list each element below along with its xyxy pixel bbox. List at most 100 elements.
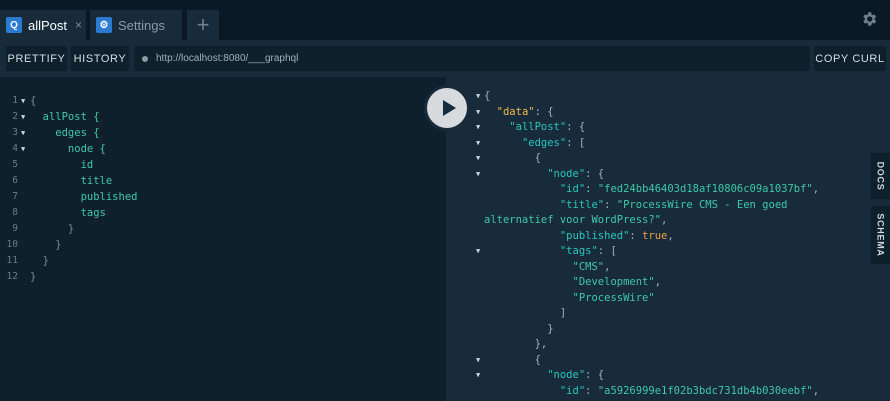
json-token: "edges" (521, 136, 567, 149)
result-code: "id": "a5926999e1f02b3bdc731db4b030eebf"… (484, 383, 819, 399)
json-token: { (484, 152, 541, 164)
json-token: ] (484, 307, 567, 319)
fold-arrow-icon[interactable]: ▼ (21, 125, 25, 141)
fold-arrow-icon[interactable]: ▼ (21, 109, 25, 125)
prettify-button[interactable]: PRETTIFY (6, 46, 67, 71)
json-token: "published" (559, 229, 630, 242)
fold-arrow-icon[interactable]: ▼ (476, 243, 480, 259)
query-line: 4 ▼ node { (0, 141, 440, 157)
result-line: ▼ "tags": [ (446, 243, 866, 259)
result-code: "Development", (484, 274, 662, 290)
execute-query-button[interactable] (424, 85, 470, 131)
result-code: "id": "fed24bb46403d18af10806c09a1037bf"… (484, 181, 819, 197)
json-token: , (812, 183, 820, 195)
json-token: : (629, 229, 643, 242)
query-code: } (30, 271, 37, 283)
json-token: "fed24bb46403d18af10806c09a1037bf" (597, 183, 813, 195)
history-button[interactable]: HISTORY (71, 46, 129, 71)
add-tab-button[interactable]: + (187, 10, 219, 40)
fold-arrow-icon[interactable]: ▼ (21, 141, 25, 157)
fold-arrow-icon[interactable]: ▼ (476, 166, 480, 182)
toolbar: PRETTIFY HISTORY http://localhost:8080/_… (0, 40, 890, 77)
line-number: 8 (12, 207, 18, 218)
json-token: "ProcessWire CMS - Een goed (616, 198, 788, 211)
result-code: "tags": [ (484, 243, 617, 259)
gear-icon[interactable] (860, 10, 878, 28)
result-code: "published": true, (484, 228, 674, 244)
play-icon (442, 100, 456, 116)
query-line: 7 published (0, 189, 440, 205)
json-token: "id" (559, 384, 586, 397)
tab-settings[interactable]: ⚙ Settings (90, 10, 182, 40)
line-number: 2 (12, 111, 18, 122)
result-code: "node": { (484, 166, 604, 182)
query-line: 2 ▼ allPost { (0, 109, 440, 125)
docs-tab[interactable]: DOCS (871, 153, 890, 199)
result-code: alternatief voor WordPress?", (484, 212, 667, 228)
fold-arrow-icon[interactable]: ▼ (476, 352, 480, 368)
tab-label: Settings (118, 17, 165, 33)
query-code: published (30, 191, 138, 203)
result-code: "title": "ProcessWire CMS - Een goed (484, 197, 788, 213)
result-code: }, (484, 336, 548, 352)
query-editor[interactable]: 1 ▼{2 ▼ allPost {3 ▼ edges {4 ▼ node {5 id 6 … (0, 77, 446, 401)
json-token: , (812, 384, 820, 397)
tab-label: allPost (28, 17, 68, 33)
query-line: 6 title (0, 173, 440, 189)
fold-arrow-icon[interactable]: ▼ (476, 104, 480, 120)
result-code: { (484, 150, 541, 166)
docs-tab-label: DOCS (875, 161, 886, 191)
result-code: { (484, 352, 541, 368)
status-dot-icon (142, 55, 148, 62)
fold-arrow-icon[interactable]: ▼ (476, 367, 480, 383)
line-number: 12 (6, 271, 18, 282)
result-code: "allPost": { (484, 119, 585, 135)
query-line: 8 tags (0, 205, 440, 221)
fold-arrow-icon[interactable]: ▼ (476, 88, 480, 104)
result-viewer: ▼{▼ "data": {▼ "allPost": {▼ "edges": [▼… (446, 77, 890, 401)
line-number: 9 (12, 223, 18, 234)
query-line: 3 ▼ edges { (0, 125, 440, 141)
endpoint-url-input[interactable]: http://localhost:8080/___graphql (134, 46, 810, 71)
copy-curl-button[interactable]: COPY CURL (814, 46, 886, 71)
json-token: "ProcessWire" (572, 291, 655, 304)
tab-allpost[interactable]: Q allPost × (0, 10, 86, 40)
close-icon[interactable]: × (75, 18, 82, 32)
json-token: : { (585, 167, 605, 180)
json-token: "title" (559, 198, 605, 211)
result-line: ▼ { (446, 352, 866, 368)
query-code: } (30, 223, 75, 235)
fold-arrow-icon[interactable]: ▼ (476, 119, 480, 135)
result-line: ▼ "node": { (446, 367, 866, 383)
fold-arrow-icon[interactable]: ▼ (476, 150, 480, 166)
result-line: "CMS", (446, 259, 866, 275)
json-token: : (604, 198, 617, 211)
json-token: "tags" (559, 245, 598, 257)
query-code: node { (30, 143, 106, 155)
result-code: } (484, 321, 553, 337)
fold-arrow-icon[interactable]: ▼ (476, 135, 480, 151)
result-line: "Development", (446, 274, 866, 290)
result-line: ] (446, 305, 866, 321)
json-token: "id" (559, 183, 586, 195)
fold-arrow-icon[interactable]: ▼ (21, 93, 25, 109)
line-number: 5 (12, 159, 18, 170)
json-token: "Development" (572, 276, 655, 288)
json-token: , (654, 276, 662, 288)
query-code: { (30, 95, 37, 107)
json-token: : { (566, 121, 586, 133)
result-line: ▼{ (446, 88, 866, 104)
result-line: ▼ "data": { (446, 104, 866, 120)
result-code: ] (484, 305, 566, 321)
json-token: : (585, 384, 598, 397)
schema-tab[interactable]: SCHEMA (871, 206, 890, 264)
json-token: alternatief voor WordPress?" (484, 214, 662, 226)
